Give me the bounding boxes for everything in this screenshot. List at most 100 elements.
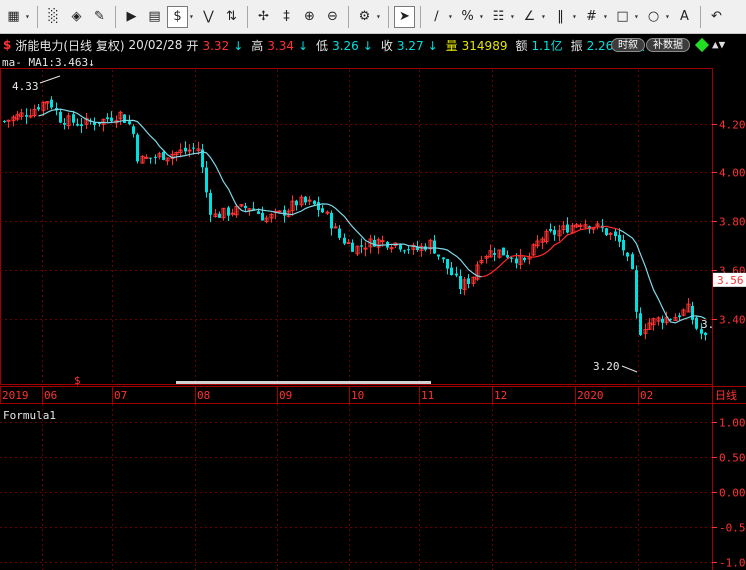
candle-down-body [304, 196, 307, 203]
candle-down-body [442, 257, 445, 260]
candle-up-body [380, 240, 385, 243]
candle-up-body [333, 226, 338, 229]
candle-down-body [506, 255, 509, 258]
candle-down-body [106, 117, 109, 120]
candle-down-body [313, 200, 316, 205]
sub-tick-label: 0.00 [719, 487, 746, 500]
time-axis-label: 09 [279, 389, 292, 402]
candle-down-body [695, 317, 698, 329]
kline-chart[interactable]: 4.204.003.803.603.402019 06 07 08 09 10 11 12 20… [0, 0, 746, 570]
candle-down-body [523, 257, 526, 261]
edge-price-annotation: 3. [701, 318, 714, 331]
candle-down-body [605, 228, 608, 236]
candle-down-body [257, 211, 260, 214]
time-axis-label: 2020 [577, 389, 604, 402]
candle-down-body [338, 228, 341, 238]
candle-down-body [661, 318, 664, 323]
candle-down-body [373, 239, 376, 247]
candle-down-body [261, 212, 264, 221]
candle-down-body [227, 207, 230, 216]
candle-down-body [162, 151, 165, 160]
candle-down-body [635, 270, 638, 312]
candle-down-body [283, 209, 286, 216]
candle-down-body [678, 315, 681, 318]
sub-tick-label: -1.00 [719, 557, 746, 570]
dividend-marker-icon: $ [74, 374, 81, 387]
sub-tick-label: 1.00 [719, 417, 746, 430]
candle-down-body [321, 208, 324, 213]
time-axis-label: 12 [494, 389, 507, 402]
high-price-annotation: 4.33 [12, 80, 39, 93]
candle-down-body [407, 249, 410, 251]
candle-down-body [209, 193, 212, 215]
candle-down-body [80, 124, 83, 127]
price-tick-label: 3.40 [719, 314, 746, 327]
time-axis-label: 07 [114, 389, 127, 402]
candle-down-body [618, 234, 621, 242]
time-axis-label: 02 [640, 389, 653, 402]
candle-down-body [136, 134, 139, 162]
candle-down-body [184, 147, 187, 152]
candle-down-body [3, 120, 6, 122]
candle-down-body [218, 213, 221, 218]
candle-down-body [502, 247, 505, 256]
price-tick-label: 4.20 [719, 119, 746, 132]
candle-up-body [277, 210, 282, 213]
candle-down-body [123, 114, 126, 123]
candle-down-body [437, 254, 440, 257]
candle-down-body [360, 245, 363, 247]
candle-down-body [192, 147, 195, 149]
candle-down-body [455, 273, 458, 276]
candle-up-body [187, 149, 192, 152]
candle-down-body [691, 305, 694, 320]
candle-down-body [704, 332, 707, 336]
price-tick-label: 3.80 [719, 216, 746, 229]
candle-down-body [566, 224, 569, 233]
candle-down-body [76, 123, 79, 126]
candle-down-body [351, 242, 354, 252]
low-price-annotation: 3.20 [593, 360, 620, 373]
candle-down-body [154, 156, 157, 158]
candle-down-body [72, 114, 75, 123]
candle-down-body [626, 252, 629, 257]
candle-down-body [459, 276, 462, 290]
candle-down-body [132, 126, 135, 134]
candle-down-body [493, 253, 496, 255]
time-axis-label: 11 [421, 389, 434, 402]
candle-down-body [639, 313, 642, 336]
ma-line-segment [38, 108, 482, 278]
candle-down-body [25, 115, 28, 117]
current-price-label: 3.56 [717, 274, 744, 287]
candle-down-body [50, 99, 53, 108]
candle-down-body [63, 123, 66, 125]
candle-up-body [346, 242, 351, 245]
candle-down-body [205, 167, 208, 193]
candle-up-body [608, 232, 613, 235]
candle-down-body [614, 231, 617, 237]
candle-down-body [622, 239, 625, 251]
candle-up-body [230, 212, 235, 215]
time-axis-label: 06 [44, 389, 57, 402]
time-axis-label: 2019 [2, 389, 29, 402]
candle-down-body [515, 258, 518, 264]
candle-down-body [433, 240, 436, 254]
candle-down-body [343, 237, 346, 244]
candle-down-body [467, 278, 470, 284]
candle-down-body [37, 107, 40, 110]
candle-down-body [110, 117, 113, 122]
price-tick-label: 4.00 [719, 167, 746, 180]
candle-down-body [399, 244, 402, 250]
candle-down-body [553, 230, 556, 235]
low-annotation-pointer [621, 365, 638, 373]
candle-down-body [244, 205, 247, 209]
high-annotation-pointer [39, 75, 61, 84]
candle-down-body [330, 212, 333, 229]
chart-scroll-bar [176, 381, 431, 384]
candle-down-body [403, 250, 406, 252]
candle-down-body [446, 258, 449, 269]
sub-tick-label: 0.50 [719, 452, 746, 465]
candle-down-body [295, 200, 298, 206]
candle-down-body [59, 111, 62, 123]
formula-panel-title: Formula1 [3, 409, 56, 422]
candle-down-body [631, 254, 634, 270]
